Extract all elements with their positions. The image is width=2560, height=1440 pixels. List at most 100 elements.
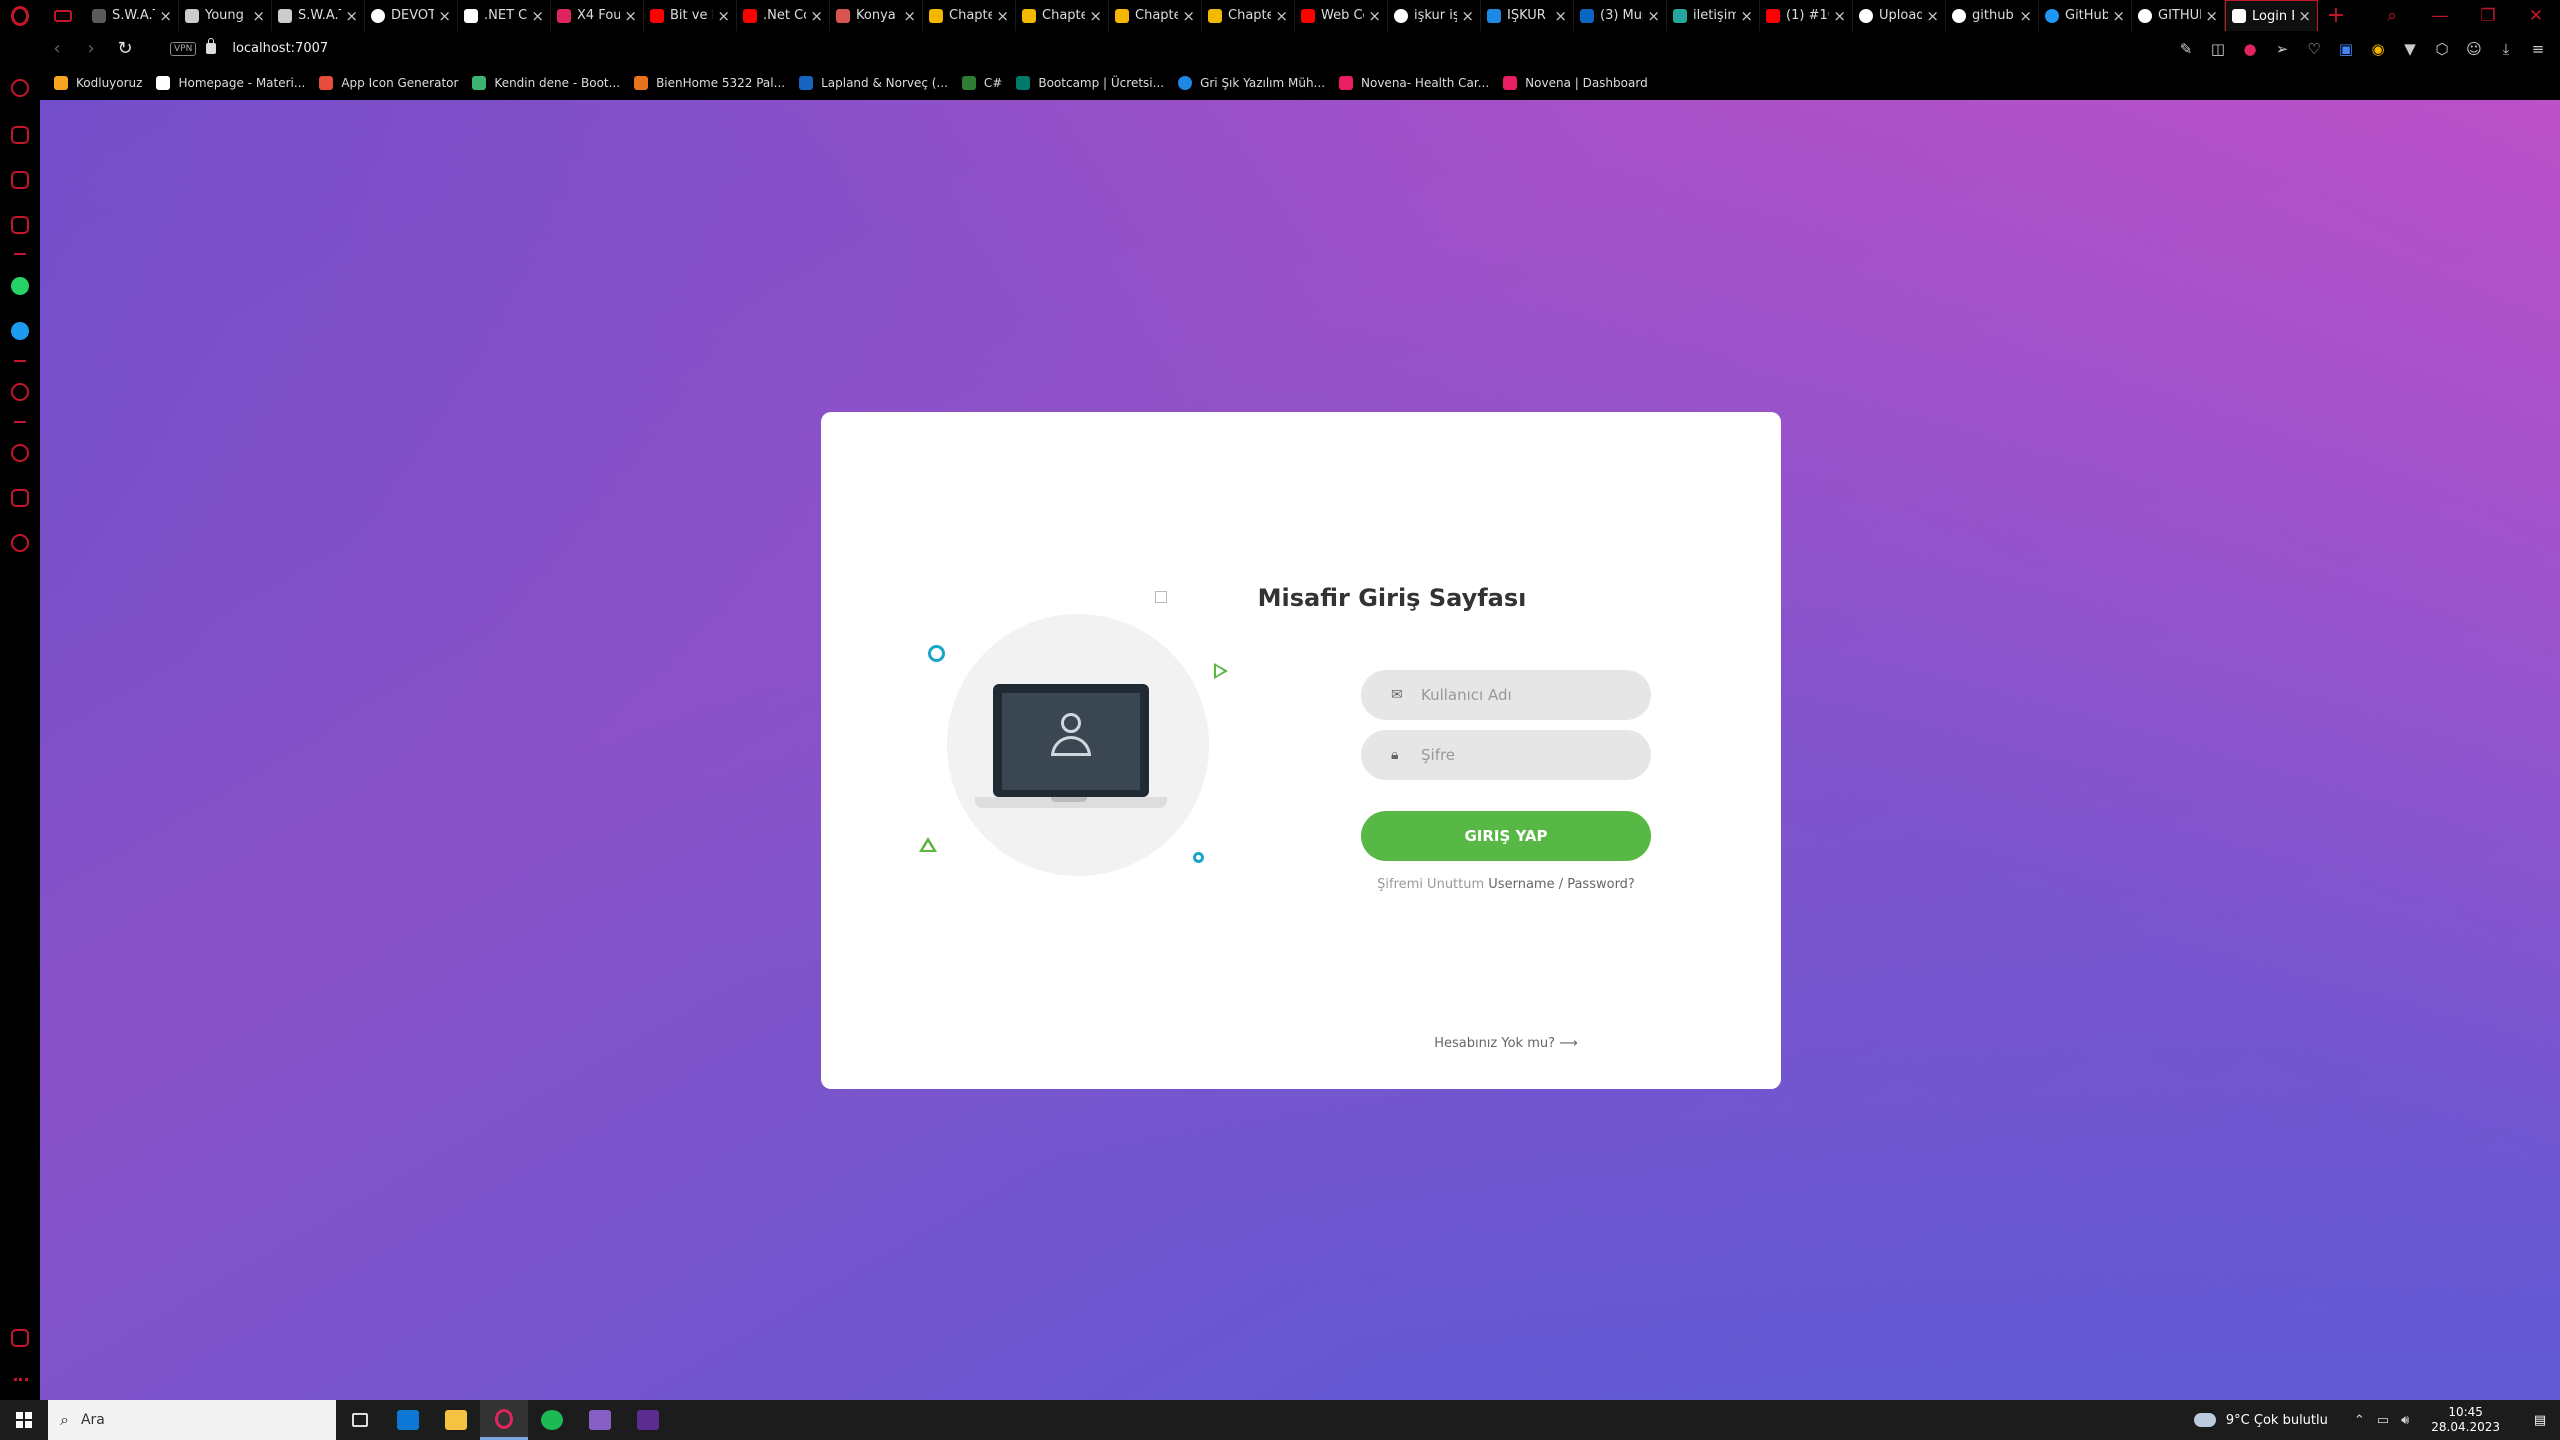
send-icon[interactable]: ➢ [2266, 40, 2298, 58]
browser-tab[interactable]: Chapter× [1109, 0, 1202, 31]
whatsapp-icon[interactable] [11, 277, 29, 295]
close-tab-icon[interactable]: × [1647, 7, 1660, 25]
taskbar-search[interactable]: ⌕ Ara [48, 1400, 336, 1440]
browser-tab-active[interactable]: Login Page× [2225, 0, 2318, 31]
lock-icon[interactable] [206, 38, 217, 54]
network-icon[interactable]: ▭ [2377, 1413, 2389, 1428]
terminal-app[interactable] [624, 1400, 672, 1440]
url-field[interactable]: localhost:7007 [232, 41, 328, 56]
browser-tab[interactable]: iletişim × [1667, 0, 1760, 31]
browser-tab[interactable]: GitHub × [2039, 0, 2132, 31]
bookmark-item[interactable]: Bootcamp | Ücretsi... [1016, 76, 1164, 90]
browser-tab[interactable]: Chapter× [1202, 0, 1295, 31]
close-tab-icon[interactable]: × [345, 7, 358, 25]
close-tab-icon[interactable]: × [438, 7, 451, 25]
bookmark-item[interactable]: BienHome 5322 Pal... [634, 76, 785, 90]
close-tab-icon[interactable]: × [717, 7, 730, 25]
edit-icon[interactable]: ✎ [2170, 40, 2202, 58]
reload-button[interactable]: ↻ [108, 38, 142, 59]
browser-tab[interactable]: (3) Mustafa× [1574, 0, 1667, 31]
browser-tab[interactable]: .NET Core× [458, 0, 551, 31]
bookmark-item[interactable]: Novena | Dashboard [1503, 76, 1648, 90]
instagram-icon[interactable] [11, 216, 29, 234]
mail-app[interactable] [384, 1400, 432, 1440]
bookmark-item[interactable]: App Icon Generator [319, 76, 458, 90]
bookmark-item[interactable]: Lapland & Norveç (... [799, 76, 948, 90]
username-field[interactable]: ✉ [1361, 670, 1651, 720]
extensions-icon[interactable] [11, 489, 29, 507]
browser-tab[interactable]: Bit ve Byte× [644, 0, 737, 31]
bookmark-item[interactable]: Novena- Health Car... [1339, 76, 1489, 90]
task-view-button[interactable] [336, 1400, 384, 1440]
browser-tab[interactable]: Chapter× [923, 0, 1016, 31]
browser-tab[interactable]: Konya × [830, 0, 923, 31]
new-tab-button[interactable]: + [2318, 0, 2354, 31]
download-icon[interactable]: ⤓ [2490, 40, 2522, 58]
close-tab-icon[interactable]: × [810, 7, 823, 25]
bookmark-item[interactable]: Kendin dene - Boot... [472, 76, 620, 90]
bookmark-item[interactable]: Gri Şık Yazılım Müh... [1178, 76, 1325, 90]
close-tab-icon[interactable]: × [1926, 7, 1939, 25]
browser-tab[interactable]: Web Core× [1295, 0, 1388, 31]
browser-tab[interactable]: Upload × [1853, 0, 1946, 31]
close-tab-icon[interactable]: × [1833, 7, 1846, 25]
close-tab-icon[interactable]: × [996, 7, 1009, 25]
camera-icon[interactable]: ◫ [2202, 40, 2234, 58]
color-wheel-icon[interactable]: ◉ [2362, 40, 2394, 58]
settings-icon[interactable] [11, 534, 29, 552]
login-button[interactable]: GIRIŞ YAP [1361, 811, 1651, 861]
heart-icon[interactable]: ♡ [2298, 40, 2330, 58]
opera-app[interactable] [480, 1400, 528, 1440]
twitter-icon[interactable] [11, 322, 29, 340]
signup-link[interactable]: Hesabınız Yok mu? ⟶ [1361, 1036, 1651, 1051]
cube-icon[interactable]: ⬡ [2426, 40, 2458, 58]
shopping-bag-icon[interactable] [11, 126, 29, 144]
clock[interactable]: 10:45 28.04.2023 [2431, 1405, 2500, 1435]
close-tab-icon[interactable]: × [2205, 7, 2218, 25]
vuetify-icon[interactable]: ▼ [2394, 40, 2426, 58]
back-button[interactable]: ‹ [40, 38, 74, 59]
opera-menu-button[interactable] [0, 0, 40, 31]
search-tabs-icon[interactable]: ⌕ [2368, 6, 2416, 26]
browser-tab[interactable]: github × [1946, 0, 2039, 31]
spotify-app[interactable] [528, 1400, 576, 1440]
tab-island-button[interactable] [40, 0, 86, 31]
profile-icon[interactable]: ☺ [2458, 40, 2490, 58]
adblock-icon[interactable]: ● [2234, 40, 2266, 58]
browser-tab[interactable]: GITHUB× [2132, 0, 2225, 31]
close-tab-icon[interactable]: × [903, 7, 916, 25]
volume-icon[interactable]: 🔊︎ [2401, 1413, 2409, 1428]
browser-tab[interactable]: .Net Core× [737, 0, 830, 31]
history-icon[interactable] [11, 444, 29, 462]
close-tab-icon[interactable]: × [2019, 7, 2032, 25]
browser-tab[interactable]: S.W.A.T× [86, 0, 179, 31]
close-tab-icon[interactable]: × [1461, 7, 1474, 25]
browser-tab[interactable]: Young Sheldon× [179, 0, 272, 31]
bookmark-item[interactable]: C# [961, 76, 1002, 90]
aria-icon[interactable] [11, 79, 29, 97]
close-tab-icon[interactable]: × [1275, 7, 1288, 25]
restore-button[interactable]: ❐ [2464, 6, 2512, 26]
notification-icon[interactable]: ▤ [2520, 1413, 2560, 1428]
browser-tab[interactable]: S.W.A.T× [272, 0, 365, 31]
player-icon[interactable] [11, 383, 29, 401]
close-tab-icon[interactable]: × [1554, 7, 1567, 25]
close-tab-icon[interactable]: × [1740, 7, 1753, 25]
close-tab-icon[interactable]: × [159, 7, 172, 25]
more-icon[interactable] [14, 1378, 28, 1381]
bookmark-item[interactable]: Homepage - Materi... [156, 76, 305, 90]
close-tab-icon[interactable]: × [531, 7, 544, 25]
bookmark-item[interactable]: Kodluyoruz [54, 76, 142, 90]
browser-tab[interactable]: X4 Foundations× [551, 0, 644, 31]
browser-tab[interactable]: DEVOTION× [365, 0, 458, 31]
password-input[interactable] [1421, 746, 1641, 764]
twitch-icon[interactable] [11, 171, 29, 189]
close-tab-icon[interactable]: × [1368, 7, 1381, 25]
close-window-button[interactable]: ✕ [2512, 6, 2560, 26]
menu-icon[interactable]: ≡ [2522, 40, 2554, 58]
close-tab-icon[interactable]: × [624, 7, 637, 25]
weather-widget[interactable]: 9°C Çok bulutlu [2193, 1413, 2328, 1428]
chevron-up-icon[interactable]: ⌃ [2354, 1413, 2365, 1428]
close-tab-icon[interactable]: × [1089, 7, 1102, 25]
file-explorer-app[interactable] [432, 1400, 480, 1440]
